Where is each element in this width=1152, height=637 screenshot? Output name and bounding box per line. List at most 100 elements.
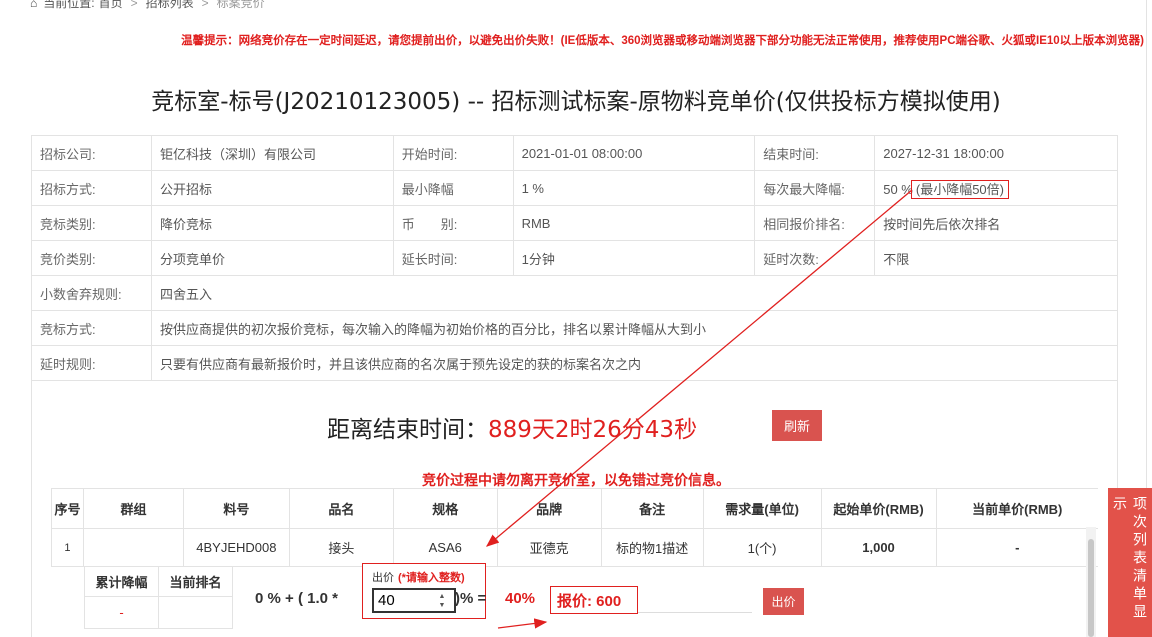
table-row: 1 4BYJEHD008 接头 ASA6 亚德克 标的物1描述 1(个) 1,0…	[51, 528, 1098, 567]
auction-info-table: 招标公司: 钜亿科技（深圳）有限公司 开始时间: 2021-01-01 08:0…	[31, 135, 1119, 381]
info-row: 竞价类别: 分项竞单价 延长时间: 1分钟 延时次数: 不限	[31, 240, 1118, 276]
table-cell: -	[935, 528, 1098, 567]
column-header: 品牌	[496, 488, 602, 529]
items-header-row: 序号 群组 料号 品名 规格 品牌 备注 需求量(单位) 起始单价(RMB) 当…	[51, 488, 1098, 529]
info-row: 竞标方式: 按供应商提供的初次报价竞标，每次输入的降幅为初始价格的百分比，排名以…	[31, 310, 1119, 346]
info-row: 竞标类别: 降价竞标 币 别: RMB 相同报价排名: 按时间先后依次排名	[31, 205, 1118, 241]
info-row: 小数舍弃规则: 四舍五入	[31, 275, 1119, 311]
info-value: 2027-12-31 18:00:00	[874, 135, 1118, 171]
column-header: 当前排名	[158, 566, 233, 597]
countdown-label: 距离结束时间：	[327, 417, 488, 443]
breadcrumb: ⌂ 当前位置: 首页 > 招标列表 > 标案竞价	[30, 0, 265, 11]
rank-row: -	[84, 596, 233, 629]
cumulative-drop: -	[84, 596, 159, 629]
info-label: 竞标类别:	[31, 205, 152, 241]
notice-text: 温馨提示：网络竞价存在一定时间延迟，请您提前出价，以避免出价失败！(IE低版本、…	[181, 35, 1144, 47]
current-rank	[158, 596, 233, 629]
info-value: 按时间先后依次排名	[874, 205, 1118, 241]
table-cell: 1,000	[820, 528, 937, 567]
table-cell: 1(个)	[702, 528, 822, 567]
table-cell: 4BYJEHD008	[182, 528, 290, 567]
info-label: 招标方式:	[31, 170, 152, 206]
spinner-up-icon[interactable]: ▲	[439, 592, 446, 601]
info-value: 钜亿科技（深圳）有限公司	[150, 135, 394, 171]
column-header: 需求量(单位)	[702, 488, 822, 529]
info-value: 1 %	[512, 170, 756, 206]
info-value: 2021-01-01 08:00:00	[512, 135, 756, 171]
countdown-time: 889天2时26分43秒	[488, 417, 698, 443]
bid-input-header: 出价 (*请输入整数)	[372, 569, 465, 585]
home-icon: ⌂	[30, 0, 38, 10]
info-value: 降价竞标	[150, 205, 394, 241]
breadcrumb-separator: >	[201, 0, 209, 10]
bid-formula: 0 % + ( 1.0 *	[255, 590, 338, 607]
warning-text: 竞价过程中请勿离开竞价室，以免错过竞价信息。	[422, 472, 730, 488]
info-label: 每次最大降幅:	[754, 170, 876, 206]
info-value: 四舍五入	[150, 275, 1119, 311]
item-list-toggle[interactable]: 项次列表清单显示	[1108, 488, 1152, 637]
info-value: 1分钟	[512, 240, 756, 276]
table-cell: ASA6	[392, 528, 498, 567]
info-label: 竞价类别:	[31, 240, 152, 276]
refresh-button[interactable]: 刷新	[772, 410, 822, 441]
info-label: 结束时间:	[754, 135, 876, 171]
column-header: 当前单价(RMB)	[935, 488, 1098, 529]
rank-table: 累计降幅 当前排名 -	[84, 566, 233, 629]
info-value: 50 % (最小降幅50倍)	[874, 170, 1118, 206]
column-header: 规格	[392, 488, 498, 529]
column-header: 备注	[600, 488, 704, 529]
result-percent: 40%	[505, 590, 536, 607]
number-spinner[interactable]: ▲ ▼	[433, 590, 451, 611]
spinner-down-icon[interactable]: ▼	[439, 601, 446, 610]
column-header: 起始单价(RMB)	[820, 488, 937, 529]
info-value: 公开招标	[150, 170, 394, 206]
info-label: 相同报价排名:	[754, 205, 876, 241]
info-row: 招标公司: 钜亿科技（深圳）有限公司 开始时间: 2021-01-01 08:0…	[31, 135, 1118, 171]
table-cell: 1	[51, 528, 84, 567]
bid-input-label: 出价	[372, 572, 394, 584]
breadcrumb-prefix: 当前位置:	[43, 0, 95, 10]
column-header: 群组	[82, 488, 184, 529]
info-label: 延时次数:	[754, 240, 876, 276]
table-cell: 标的物1描述	[600, 528, 704, 567]
page-border	[1146, 0, 1147, 488]
info-value: RMB	[512, 205, 756, 241]
info-label: 延长时间:	[392, 240, 514, 276]
info-label: 小数舍弃规则:	[31, 275, 152, 311]
rank-header-row: 累计降幅 当前排名	[84, 566, 233, 597]
max-drop-value: 50 %	[883, 181, 913, 197]
info-label: 延时规则:	[31, 345, 152, 381]
column-header: 序号	[51, 488, 84, 529]
submit-bid-button[interactable]: 出价	[763, 588, 804, 615]
info-label: 最小降幅	[392, 170, 514, 206]
info-value: 分项竞单价	[150, 240, 394, 276]
column-header: 累计降幅	[84, 566, 159, 597]
bid-input-hint: (*请输入整数)	[398, 572, 465, 584]
table-cell: 亚德克	[496, 528, 602, 567]
scrollbar-thumb[interactable]	[1088, 539, 1094, 637]
column-header: 料号	[182, 488, 290, 529]
breadcrumb-separator: >	[130, 0, 138, 10]
breadcrumb-current: 标案竞价	[216, 0, 265, 10]
info-value: 按供应商提供的初次报价竞标，每次输入的降幅为初始价格的百分比，排名以累计降幅从大…	[150, 310, 1119, 346]
info-row: 招标方式: 公开招标 最小降幅 1 % 每次最大降幅: 50 % (最小降幅50倍…	[31, 170, 1118, 206]
items-table: 序号 群组 料号 品名 规格 品牌 备注 需求量(单位) 起始单价(RMB) 当…	[51, 488, 1098, 567]
divider	[638, 612, 752, 613]
countdown: 距离结束时间：889天2时26分43秒	[327, 410, 697, 444]
info-row: 延时规则: 只要有供应商有最新报价时，并且该供应商的名次属于预先设定的获的标案名…	[31, 345, 1119, 381]
info-label: 竞标方式:	[31, 310, 152, 346]
info-value: 只要有供应商有最新报价时，并且该供应商的名次属于预先设定的获的标案名次之内	[150, 345, 1119, 381]
info-label: 开始时间:	[392, 135, 514, 171]
info-value: 不限	[874, 240, 1118, 276]
breadcrumb-list[interactable]: 招标列表	[146, 0, 194, 11]
table-cell	[82, 528, 184, 567]
page-title: 竞标室-标号(J20210123005) -- 招标测试标案-原物料竞单价(仅供…	[151, 89, 1001, 115]
column-header: 品名	[288, 488, 394, 529]
info-label: 币 别:	[392, 205, 514, 241]
table-cell: 接头	[288, 528, 394, 567]
breadcrumb-home[interactable]: 首页	[99, 0, 123, 11]
info-label: 招标公司:	[31, 135, 152, 171]
max-drop-note: (最小降幅50倍)	[910, 179, 1009, 199]
formula-suffix: )% =	[455, 590, 487, 607]
quote-result: 报价: 600	[550, 586, 638, 614]
